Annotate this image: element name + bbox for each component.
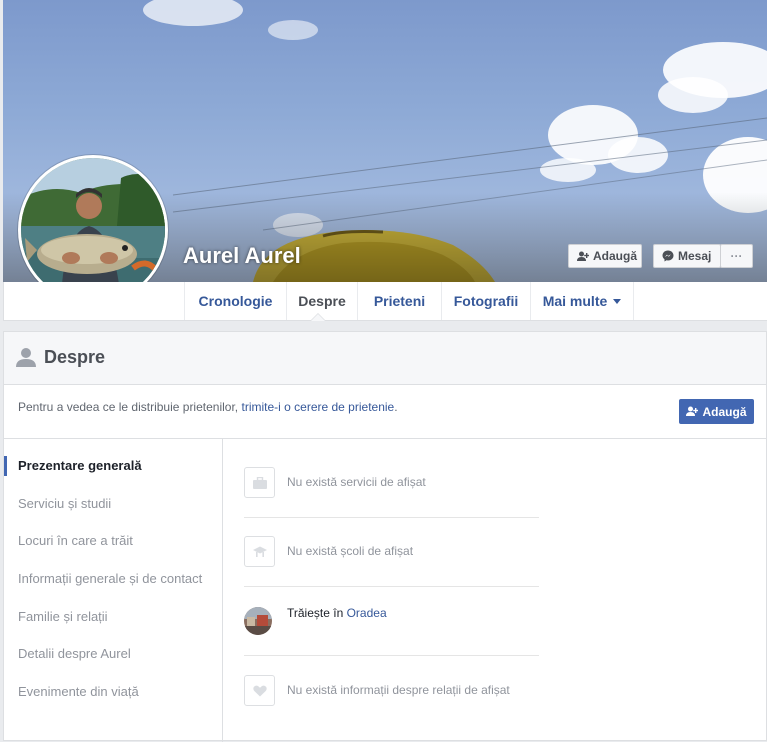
about-sidebar: Prezentare generală Serviciu și studii L… [4, 439, 223, 742]
overview-row-work: Nu există servicii de afișat [244, 449, 539, 518]
send-friend-request-link[interactable]: trimite-i o cerere de prietenie [241, 400, 394, 414]
lives-in-text: Trăiește în Oradea [287, 606, 387, 620]
heart-icon [244, 675, 275, 706]
avatar [21, 158, 165, 302]
tab-more[interactable]: Mai multe [530, 282, 634, 320]
overview-row-school: Nu există școli de afișat [244, 518, 539, 587]
overview-row-relationship: Nu există informații despre relații de a… [244, 657, 539, 725]
sidebar-item-overview[interactable]: Prezentare generală [18, 458, 142, 473]
school-empty-text: Nu există școli de afișat [287, 544, 414, 558]
graduation-icon [244, 536, 275, 567]
message-button[interactable]: Mesaj [653, 244, 721, 268]
add-friend-label: Adaugă [593, 249, 638, 263]
person-add-icon [577, 251, 589, 262]
active-item-marker [4, 456, 7, 476]
about-card-header: Despre [4, 332, 766, 385]
add-friend-primary-label: Adaugă [702, 404, 747, 419]
sidebar-item-family[interactable]: Familie și relații [18, 609, 108, 624]
briefcase-icon [244, 467, 275, 498]
sidebar-item-life-events[interactable]: Evenimente din viață [18, 684, 139, 699]
relationship-empty-text: Nu există informații despre relații de a… [287, 683, 510, 697]
tab-timeline[interactable]: Cronologie [184, 282, 286, 320]
about-title: Despre [44, 347, 106, 367]
message-label: Mesaj [678, 249, 712, 263]
sidebar-item-details[interactable]: Detalii despre Aurel [18, 646, 131, 661]
tab-more-label: Mai multe [542, 293, 608, 309]
add-friend-primary-button[interactable]: Adaugă [679, 399, 754, 424]
notice-text: Pentru a vedea ce le distribuie prieteni… [18, 400, 239, 414]
city-link[interactable]: Oradea [347, 606, 387, 620]
sidebar-item-places-lived[interactable]: Locuri în care a trăit [18, 533, 133, 548]
sidebar-item-contact-info[interactable]: Informații generale și de contact [18, 571, 202, 586]
tab-friends[interactable]: Prieteni [357, 282, 441, 320]
profile-name[interactable]: Aurel Aurel [183, 243, 301, 269]
work-empty-text: Nu există servicii de afișat [287, 475, 426, 489]
tab-photos[interactable]: Fotografii [441, 282, 530, 320]
more-options-button[interactable]: ··· [720, 244, 753, 268]
lives-in-prefix: Trăiește în [287, 606, 344, 620]
about-card: Despre Pentru a vedea ce le distribuie p… [3, 331, 767, 742]
caret-down-icon [613, 298, 622, 304]
add-friend-button[interactable]: Adaugă [568, 244, 642, 268]
profile-nav: Cronologie Despre Prieteni Fotografii Ma… [3, 282, 767, 321]
notice-suffix: . [394, 400, 398, 414]
sidebar-item-work-education[interactable]: Serviciu și studii [18, 496, 111, 511]
person-icon [16, 347, 36, 372]
friend-request-notice: Pentru a vedea ce le distribuie prieteni… [18, 400, 398, 414]
active-tab-indicator [310, 313, 326, 321]
messenger-icon [662, 250, 674, 262]
city-thumbnail[interactable] [244, 607, 272, 635]
person-add-icon [686, 406, 699, 417]
overview-row-city: Trăiește în Oradea [244, 587, 539, 656]
